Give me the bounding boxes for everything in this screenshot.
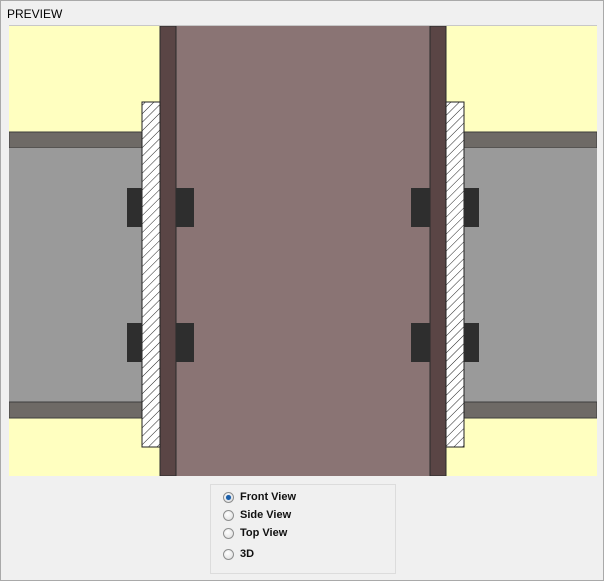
3d-view-radio[interactable] xyxy=(223,548,234,560)
column-left-flange xyxy=(159,26,177,476)
left-beam xyxy=(9,131,144,419)
side-view-label: Side View xyxy=(240,509,292,521)
bolt-right-bottom-beam-side xyxy=(464,323,479,362)
left-beam-web xyxy=(9,148,143,402)
side-view-option[interactable]: Side View xyxy=(223,507,291,523)
connection-drawing xyxy=(9,26,597,476)
bolt-left-top-column-side xyxy=(176,188,194,227)
top-view-label: Top View xyxy=(240,527,288,539)
preview-canvas xyxy=(9,25,597,476)
bolt-right-bottom-column-side xyxy=(411,323,430,362)
front-view-label: Front View xyxy=(240,491,297,503)
column xyxy=(159,26,447,476)
front-view-radio[interactable] xyxy=(223,491,234,503)
left-end-plate xyxy=(141,101,161,448)
top-view-radio[interactable] xyxy=(223,527,234,539)
left-beam-top-flange xyxy=(9,131,144,149)
bolt-left-bottom-beam-side xyxy=(127,323,142,362)
3d-view-option[interactable]: 3D xyxy=(223,546,254,562)
bolt-right-top-beam-side xyxy=(464,188,479,227)
right-beam-top-flange xyxy=(462,131,597,149)
side-view-radio[interactable] xyxy=(223,509,234,521)
panel-title: PREVIEW xyxy=(7,7,63,21)
bolt-left-top-beam-side xyxy=(127,188,142,227)
right-beam-bottom-flange xyxy=(462,401,597,419)
3d-view-label: 3D xyxy=(240,548,255,560)
top-view-option[interactable]: Top View xyxy=(223,525,287,541)
front-view-option[interactable]: Front View xyxy=(223,489,296,505)
right-beam-web xyxy=(463,148,597,402)
column-right-flange xyxy=(429,26,447,476)
bolt-left-bottom-column-side xyxy=(176,323,194,362)
right-end-plate xyxy=(445,101,465,448)
view-options-group: Front View Side View Top View 3D xyxy=(210,484,396,574)
bolt-right-top-column-side xyxy=(411,188,430,227)
preview-panel: PREVIEW Front View Side View Top View 3D xyxy=(0,0,604,581)
column-web xyxy=(175,26,431,476)
right-beam xyxy=(462,131,597,419)
left-beam-bottom-flange xyxy=(9,401,144,419)
